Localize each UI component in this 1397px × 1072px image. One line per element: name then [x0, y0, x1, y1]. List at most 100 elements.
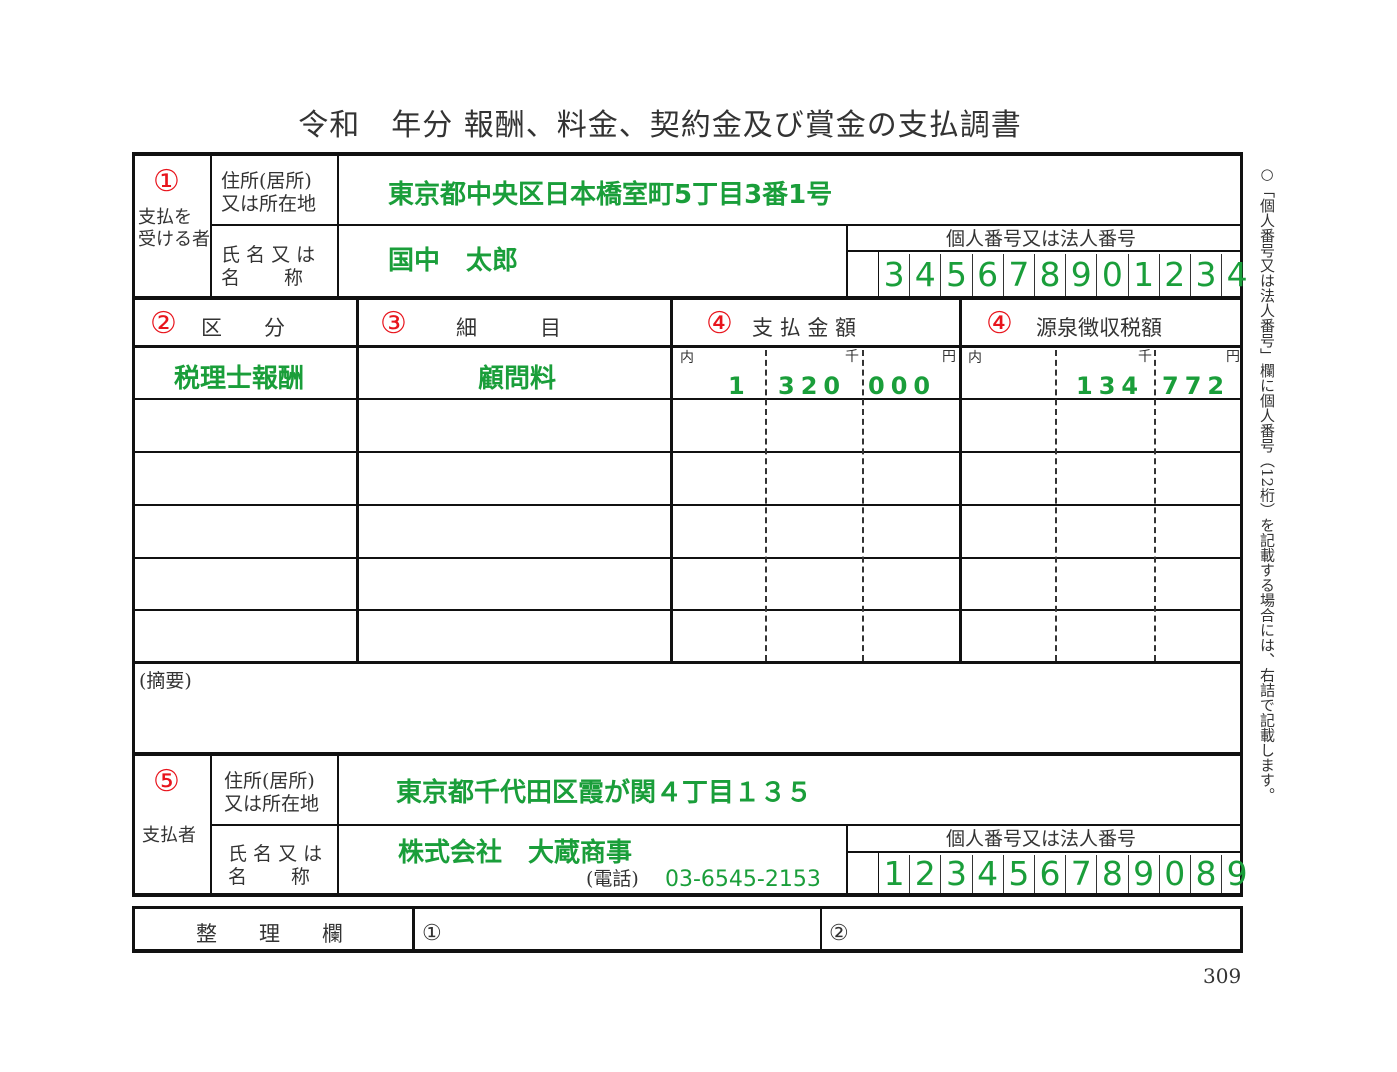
recipient-digit: 6 — [971, 254, 1003, 296]
payer-digit: 3 — [940, 855, 971, 893]
payer-digit: 1 — [883, 854, 905, 893]
payer-digit: 9 — [1221, 855, 1252, 893]
payer-digit: 8 — [1096, 855, 1127, 893]
payer-digit: 4 — [971, 855, 1003, 893]
dashed-divider — [1154, 350, 1156, 661]
form-title: 令和 年分 報酬、料金、契約金及び賞金の支払調書 — [298, 108, 1022, 143]
divider — [133, 557, 1241, 559]
recipient-digit: 9 — [1065, 254, 1096, 296]
recipient-digit: 5 — [940, 254, 971, 296]
payer-digit: 2 — [909, 855, 940, 893]
divider — [133, 661, 1241, 664]
recipient-section-label-line2: 受ける者 — [138, 228, 210, 250]
divider — [211, 824, 1241, 826]
row1-payment-units: 000 — [868, 372, 937, 400]
footer-slot-1: ① — [422, 921, 442, 946]
row1-category: 税理士報酬 — [174, 364, 305, 394]
footer-right-border — [1240, 906, 1243, 953]
withholding-en-label: 円 — [1226, 349, 1240, 365]
withholding-uchi-label: 内 — [968, 350, 982, 366]
payer-address-label-line1: 住所(居所) — [224, 770, 315, 792]
recipient-number-label: 個人番号又は法人番号 — [946, 228, 1137, 250]
side-note: ○「個人番号又は法人番号」欄に個人番号（12桁）を記載する場合には、右詰で記載し… — [1258, 165, 1276, 803]
payer-digit: 5 — [1002, 855, 1034, 893]
payment-sen-label: 千 — [845, 349, 859, 365]
footer-slot-2: ② — [829, 921, 849, 946]
dashed-divider — [765, 350, 767, 661]
payer-phone-label: (電話) — [586, 868, 639, 890]
payer-name-label-line1: 氏 名 又 は — [228, 843, 323, 865]
frame-top-border — [132, 152, 1243, 156]
recipient-address-label: 住所(居所) 又は所在地 — [221, 170, 316, 216]
payer-digit: 0 — [1158, 855, 1190, 893]
frame-left-border — [132, 152, 135, 897]
payment-uchi-label: 内 — [680, 350, 694, 366]
divider — [211, 224, 1241, 226]
payer-number-digits: 123456789089 — [879, 855, 1252, 893]
payer-digit: 8 — [1189, 855, 1221, 893]
footer-label: 整 理 欄 — [196, 922, 343, 946]
divider — [847, 851, 1241, 853]
footer-left-border — [132, 906, 135, 953]
recipient-section-label-line1: 支払を — [138, 207, 192, 228]
recipient-digit: 8 — [1033, 254, 1065, 296]
payment-en-label: 円 — [942, 349, 956, 365]
divider — [133, 451, 1241, 453]
marker-4-payment: ④ — [706, 306, 733, 341]
payer-number-label: 個人番号又は法人番号 — [946, 828, 1137, 850]
marker-5: ⑤ — [153, 764, 180, 799]
marker-3: ③ — [380, 306, 407, 341]
withholding-sen-label: 千 — [1138, 349, 1152, 365]
payer-digit: 9 — [1127, 855, 1159, 893]
recipient-digit: 3 — [883, 255, 905, 294]
summary-label: (摘要) — [139, 670, 192, 692]
divider — [133, 504, 1241, 506]
divider — [132, 752, 1243, 756]
divider — [412, 907, 415, 951]
payer-address-label: 住所(居所) 又は所在地 — [224, 770, 319, 816]
row1-withholding-units: 772 — [1162, 372, 1231, 400]
payer-name-label: 氏 名 又 は 名 称 — [228, 843, 322, 889]
footer-top-border — [132, 906, 1243, 909]
recipient-name-label: 氏 名 又 は 名 称 — [221, 244, 315, 290]
name-label-line1: 氏 名 又 は — [221, 244, 316, 266]
dashed-divider — [862, 350, 864, 661]
payer-phone: 03-6545-2153 — [665, 867, 821, 892]
payer-section-label: 支払者 — [142, 825, 196, 846]
divider — [210, 154, 212, 298]
row1-payment-thousands: 320 — [778, 372, 847, 400]
address-label-line2: 又は所在地 — [221, 192, 317, 215]
footer-bottom-border — [132, 949, 1243, 953]
recipient-digit: 3 — [1189, 254, 1221, 296]
column-detail-header: 細 目 — [456, 316, 561, 340]
recipient-digit: 7 — [1002, 254, 1034, 296]
payer-digit: 6 — [1033, 855, 1065, 893]
divider — [820, 907, 822, 951]
recipient-digit: 1 — [1127, 254, 1159, 296]
name-label-line2: 名 称 — [221, 266, 304, 289]
column-payment-header: 支 払 金 額 — [752, 316, 857, 340]
divider — [133, 345, 1241, 348]
recipient-name: 国中 太郎 — [388, 246, 519, 276]
recipient-digit: 0 — [1096, 254, 1127, 296]
divider — [846, 825, 848, 894]
marker-2: ② — [150, 306, 177, 341]
divider — [337, 154, 339, 298]
payer-address: 東京都千代田区霞が関４丁目１３５ — [396, 778, 813, 808]
page-number: 309 — [1203, 964, 1242, 988]
frame-bottom-border — [132, 893, 1243, 897]
row1-withholding-thousands: 134 — [1076, 372, 1145, 400]
address-label-line1: 住所(居所) — [221, 170, 312, 192]
column-category-header: 区 分 — [201, 316, 285, 340]
divider — [133, 398, 1241, 400]
payer-name-label-line2: 名 称 — [228, 865, 311, 888]
divider — [846, 225, 848, 298]
row1-detail: 顧問料 — [478, 364, 557, 394]
row1-payment-millions: 1 — [728, 372, 751, 400]
recipient-section-label: 支払を 受ける者 — [138, 207, 210, 250]
recipient-digit: 4 — [909, 254, 940, 296]
divider — [133, 609, 1241, 611]
recipient-digit: 4 — [1221, 254, 1252, 296]
marker-4-withholding: ④ — [986, 306, 1013, 341]
divider — [132, 296, 1243, 300]
